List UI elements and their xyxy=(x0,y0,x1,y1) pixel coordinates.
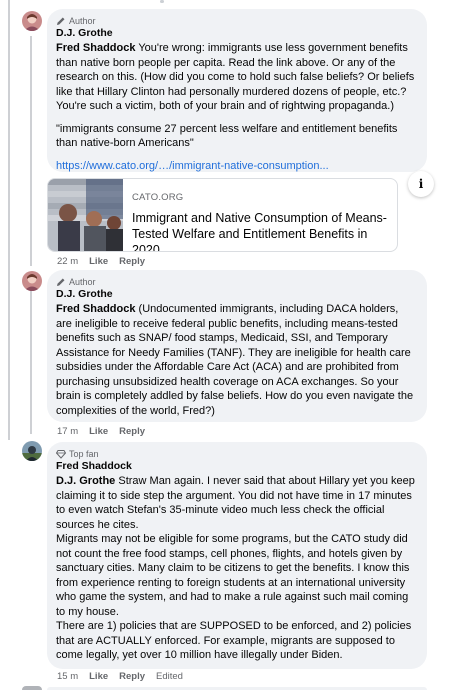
info-icon[interactable]: i xyxy=(408,171,434,197)
comment-timestamp[interactable]: 22 m xyxy=(57,256,78,267)
comment-text: Fred Shaddock You're wrong: immigrants u… xyxy=(56,41,417,151)
like-button[interactable]: Like xyxy=(89,256,108,267)
comment-timestamp[interactable]: 15 m xyxy=(57,671,78,682)
reply-button[interactable]: Reply xyxy=(119,671,145,682)
reply-button[interactable]: Reply xyxy=(119,256,145,267)
comment-bubble: Top fan Fred Shaddock D.J. Grothe Straw … xyxy=(47,442,427,669)
top-fan-badge: Top fan xyxy=(56,448,417,459)
author-badge: Author xyxy=(56,15,417,26)
thread-line xyxy=(30,36,32,266)
comment-actions: 17 m Like Reply xyxy=(57,426,145,437)
mention-link[interactable]: Fred Shaddock xyxy=(56,303,135,315)
avatar[interactable] xyxy=(22,11,42,31)
reply-button[interactable]: Reply xyxy=(119,426,145,437)
like-button[interactable]: Like xyxy=(89,426,108,437)
author-badge: Author xyxy=(56,276,417,287)
comment-timestamp[interactable]: 17 m xyxy=(57,426,78,437)
badge-label: Author xyxy=(69,276,96,287)
comment-bubble: Author D.J. Grothe Fred Shaddock (Undocu… xyxy=(47,270,427,422)
link-preview-card[interactable]: CATO.ORG Immigrant and Native Consumptio… xyxy=(47,178,398,252)
comment-actions: 15 m Like Reply Edited xyxy=(57,671,183,682)
edited-label: Edited xyxy=(156,671,183,682)
comment-actions: 22 m Like Reply xyxy=(57,256,145,267)
next-comment-edge xyxy=(0,684,459,690)
previous-comment-edge xyxy=(0,0,459,6)
comment-text: D.J. Grothe Straw Man again. I never sai… xyxy=(56,474,417,663)
thread-line xyxy=(8,0,10,440)
pencil-icon xyxy=(56,277,66,287)
comment-quote: "immigrants consume 27 percent less welf… xyxy=(56,122,398,150)
link-domain: CATO.ORG xyxy=(132,192,184,203)
comment-author[interactable]: D.J. Grothe xyxy=(56,27,417,40)
comment-paragraph: Migrants may not be eligible for some pr… xyxy=(56,533,410,618)
shared-link[interactable]: https://www.cato.org/…/immigrant-native-… xyxy=(56,159,417,174)
comment-body: (Undocumented immigrants, including DACA… xyxy=(56,303,414,417)
like-button[interactable]: Like xyxy=(89,671,108,682)
badge-label: Author xyxy=(69,15,96,26)
divider xyxy=(160,0,164,3)
comment-paragraph: There are 1) policies that are SUPPOSED … xyxy=(56,620,412,661)
comment-bubble: Author D.J. Grothe Fred Shaddock You're … xyxy=(47,9,427,172)
thread-line xyxy=(30,289,32,434)
mention-link[interactable]: Fred Shaddock xyxy=(56,42,135,54)
pencil-icon xyxy=(56,16,66,26)
avatar[interactable] xyxy=(22,441,42,461)
link-preview-image xyxy=(48,179,123,251)
comment-author[interactable]: Fred Shaddock xyxy=(56,460,417,473)
avatar[interactable] xyxy=(22,271,42,291)
comment-author[interactable]: D.J. Grothe xyxy=(56,288,417,301)
mention-link[interactable]: D.J. Grothe xyxy=(56,475,115,487)
comment-text: Fred Shaddock (Undocumented immigrants, … xyxy=(56,302,417,418)
diamond-icon xyxy=(56,449,66,459)
link-title[interactable]: Immigrant and Native Consumption of Mean… xyxy=(132,210,389,251)
badge-label: Top fan xyxy=(69,448,99,459)
